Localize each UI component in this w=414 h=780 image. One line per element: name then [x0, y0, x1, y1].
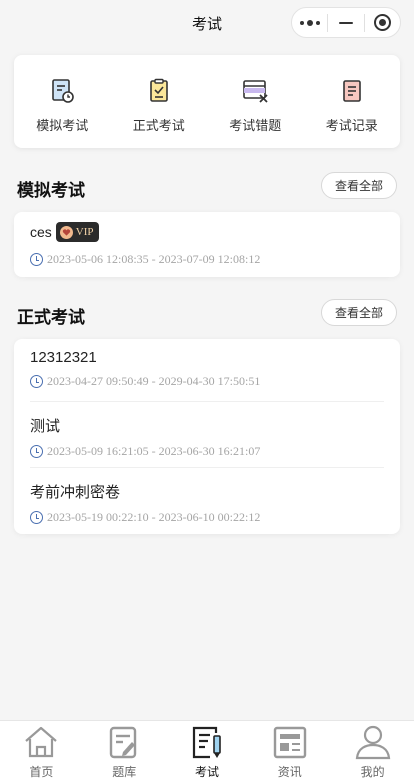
exam-name: 考前冲刺密卷: [30, 484, 121, 501]
minimize-button[interactable]: [328, 8, 363, 37]
exam-time: 2023-05-19 00:22:10 - 2023-06-10 00:22:1…: [47, 510, 261, 524]
exam-name: 测试: [30, 418, 61, 435]
tab-profile[interactable]: 我的: [331, 721, 414, 780]
clock-icon: [30, 511, 43, 524]
quick-item-wrong-questions[interactable]: 考试错题: [207, 55, 304, 148]
exam-record-icon: [342, 80, 361, 102]
mock-exam-list: ces VIP 2023-05-06 12:08:35 - 2023-07-09…: [14, 212, 400, 277]
list-item[interactable]: 测试 2023-05-09 16:21:05 - 2023-06-30 16:2…: [14, 402, 400, 468]
tab-bar: 首页 题库 考试 资讯 我的: [0, 720, 414, 780]
more-icon: [299, 19, 320, 26]
quick-item-mock-exam[interactable]: 模拟考试: [14, 55, 111, 148]
formal-exam-icon: [149, 78, 168, 102]
close-mini-program-button[interactable]: [365, 8, 400, 37]
navigation-bar: 考试: [0, 0, 414, 46]
heart-icon: [59, 225, 73, 239]
minimize-icon: [338, 21, 353, 24]
formal-exam-list: 12312321 2023-04-27 09:50:49 - 2029-04-3…: [14, 339, 400, 534]
home-icon: [25, 726, 58, 758]
news-icon: [273, 726, 306, 759]
exam-name: 12312321: [30, 349, 97, 366]
formal-exam-view-all-button[interactable]: 查看全部: [321, 299, 397, 326]
exam-time: 2023-04-27 09:50:49 - 2029-04-30 17:50:5…: [47, 374, 261, 388]
tab-label: 资讯: [277, 765, 302, 779]
quick-item-exam-record[interactable]: 考试记录: [304, 55, 401, 148]
vip-badge: VIP: [55, 222, 99, 242]
tab-label: 考试: [194, 765, 219, 779]
profile-icon: [355, 725, 390, 760]
exam-name: ces: [30, 224, 52, 240]
quick-menu: 模拟考试 正式考试 考试错题 考试记录: [14, 55, 400, 148]
list-item[interactable]: 考前冲刺密卷 2023-05-19 00:22:10 - 2023-06-10 …: [14, 468, 400, 534]
mock-exam-view-all-button[interactable]: 查看全部: [321, 172, 397, 199]
exam-time: 2023-05-09 16:21:05 - 2023-06-30 16:21:0…: [47, 444, 261, 458]
tab-label: 题库: [112, 765, 137, 779]
quick-item-label: 模拟考试: [36, 118, 89, 133]
quick-item-label: 正式考试: [132, 118, 185, 133]
quick-item-label: 考试错题: [229, 118, 282, 133]
clock-icon: [30, 445, 43, 458]
tab-exam[interactable]: 考试: [166, 721, 249, 780]
tab-label: 我的: [360, 765, 385, 779]
exam-icon: [192, 726, 221, 759]
vip-badge-label: VIP: [75, 226, 94, 238]
mock-exam-icon: [52, 79, 75, 103]
tab-label: 首页: [29, 765, 54, 779]
mini-program-capsule: [291, 7, 401, 38]
mock-exam-section-title: 模拟考试: [17, 181, 85, 200]
question-bank-icon: [109, 726, 137, 759]
list-item[interactable]: 12312321 2023-04-27 09:50:49 - 2029-04-3…: [14, 339, 400, 402]
wrong-questions-icon: [243, 80, 268, 103]
clock-icon: [30, 253, 43, 266]
exam-time: 2023-05-06 12:08:35 - 2023-07-09 12:08:1…: [47, 252, 261, 266]
formal-exam-section-title: 正式考试: [17, 308, 85, 327]
tab-news[interactable]: 资讯: [248, 721, 331, 780]
clock-icon: [30, 375, 43, 388]
tab-question-bank[interactable]: 题库: [83, 721, 166, 780]
target-icon: [373, 14, 391, 31]
quick-item-label: 考试记录: [325, 118, 378, 133]
list-item[interactable]: ces VIP 2023-05-06 12:08:35 - 2023-07-09…: [14, 212, 400, 267]
more-button[interactable]: [292, 8, 327, 37]
tab-home[interactable]: 首页: [0, 721, 83, 780]
quick-item-formal-exam[interactable]: 正式考试: [111, 55, 208, 148]
